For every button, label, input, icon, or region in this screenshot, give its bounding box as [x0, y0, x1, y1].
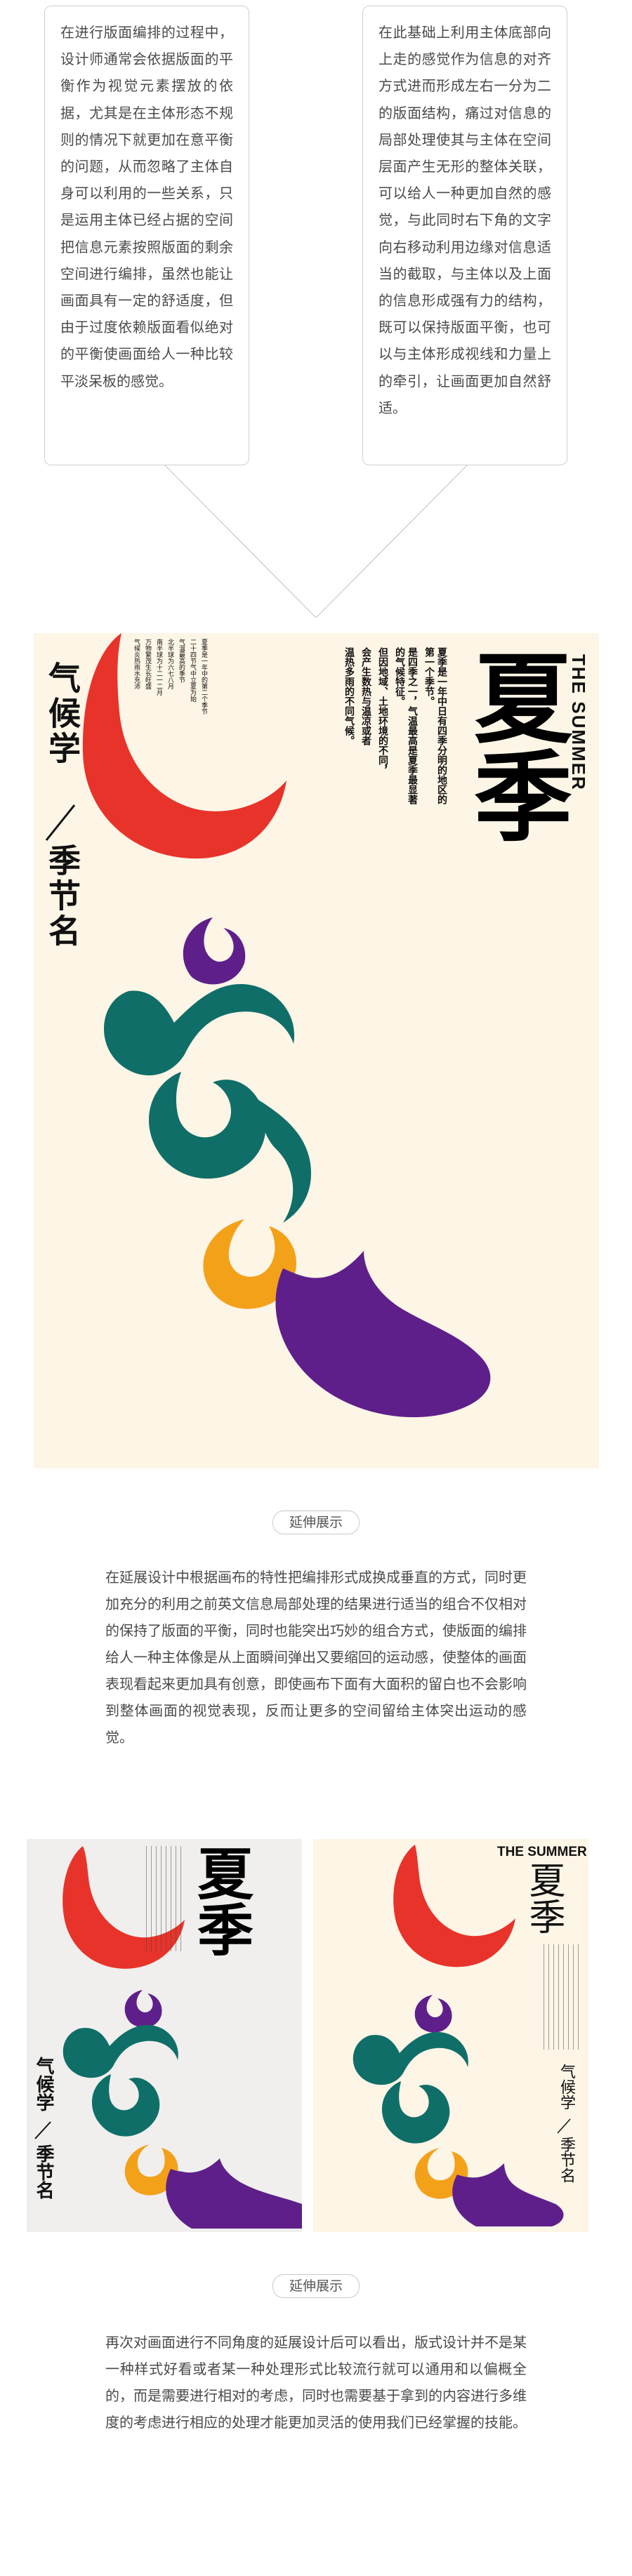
section1-paragraph: 在延展设计中根据画布的特性把编排形式成换成垂直的方式，同时更加充分的利用之前英文…: [105, 1569, 527, 1746]
teal-shape-lower: [381, 2081, 450, 2144]
poster-left-slash: [34, 2121, 51, 2139]
section2-pill-label: 延伸展示: [289, 2278, 343, 2294]
poster-right-title-cn: 夏季: [522, 1861, 565, 1934]
body-col: 会产生数热与温凉或者: [360, 647, 371, 745]
poster-left-side-title-2: 季节名: [33, 2144, 54, 2199]
teal-shape-lower: [148, 1072, 266, 1179]
poster-main-small-cols: 夏季是一年中的第二个季节 二十四节气中立夏为始 气温最高的季节 北半球为六七八月…: [132, 639, 208, 716]
poster-left-title-cn: 夏季: [188, 1845, 254, 1957]
poster-main-body-cols: 夏季是一年中日有四季分明的地区的第一个季节。 是四季之一，气温最高是夏季最显著的…: [343, 647, 448, 809]
teal-tail-shape: [258, 1100, 311, 1223]
section1-pill: 延伸展示: [272, 1511, 360, 1534]
poster-main: 气候学 季节名 夏季是一年中的第二个季节 二十四节气中立夏为始 气温最高的季节 …: [34, 633, 599, 1468]
small-col: 气候炎热雨水充沛: [133, 639, 140, 689]
body-col: 夏季是一年中日有四季分明的地区的第一个季节。: [423, 647, 447, 804]
purple-drop-shape: [124, 1990, 162, 2028]
poster-right-text-lines: [544, 1944, 579, 2050]
small-col: 二十四节气中立夏为始: [189, 639, 196, 702]
teal-shape-upper: [104, 984, 295, 1076]
teal-shape-upper: [353, 2032, 468, 2085]
small-col: 气温最高的季节: [178, 639, 185, 683]
red-crescent-shape: [393, 1845, 515, 1967]
section2-paragraph: 再次对画面进行不同角度的延展设计后可以看出，版式设计并不是某一种样式好看或者某一…: [105, 2334, 527, 2431]
body-col: 是四季之一，气温最高是夏季最显著的气候特征。: [394, 647, 418, 804]
section1-pill-label: 延伸展示: [289, 1515, 343, 1530]
poster-main-slash: [45, 804, 76, 841]
purple-drop-shape: [183, 917, 246, 985]
poster-left-text-lines: [146, 1846, 185, 1951]
poster-right-slash: [557, 2118, 571, 2134]
small-col: 万物繁茂生长旺盛: [144, 639, 151, 689]
purple-large-shape: [275, 1251, 491, 1418]
section2-pill: 延伸展示: [272, 2274, 360, 2298]
callout-connector-lines: [164, 465, 468, 618]
small-col: 北半球为六七八月: [166, 639, 173, 689]
poster-right-title-en: THE SUMMER: [497, 1845, 587, 1859]
poster-left: 夏季 气候学 季节名: [27, 1839, 302, 2232]
teal-shape-lower: [91, 2074, 160, 2137]
poster-main-title-en: THE SUMMER: [568, 654, 589, 791]
poster-right-side-title-1: 气候学: [558, 2064, 575, 2110]
body-col: 温热多雨的不同气候。: [343, 647, 355, 745]
small-col: 南半球为十二一二月: [155, 639, 162, 696]
purple-large-shape: [166, 2158, 302, 2229]
poster-right: THE SUMMER 夏季 气候学 季节名: [313, 1839, 588, 2232]
body-col: 但因地域、土地环境的不同，: [377, 647, 388, 775]
poster-main-side-title-1: 气候学: [44, 661, 81, 766]
teal-shape-upper: [62, 2025, 178, 2078]
small-col: 夏季是一年中的第二个季节: [200, 639, 207, 715]
purple-large-shape: [452, 2163, 564, 2226]
poster-main-title-cn: 夏季: [457, 647, 572, 844]
poster-right-side-title-2: 季节名: [558, 2137, 575, 2183]
purple-drop-shape: [414, 1995, 452, 2033]
poster-main-side-title-2: 季节名: [44, 844, 81, 949]
poster-left-side-title-1: 气候学: [33, 2057, 54, 2111]
